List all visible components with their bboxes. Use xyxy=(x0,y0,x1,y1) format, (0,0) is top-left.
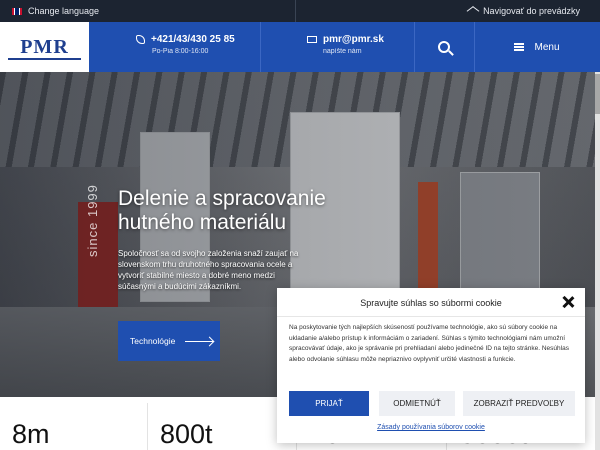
cookie-title: Spravujte súhlas so súbormi cookie xyxy=(360,298,502,308)
top-bar: Change language Navigovať do prevádzky xyxy=(0,0,600,22)
stat-value: 8m xyxy=(12,419,50,449)
email-address: pmr@pmr.sk xyxy=(323,34,384,45)
cookie-text: Na poskytovanie tých najlepších skúsenos… xyxy=(289,324,569,363)
stat-value: 800t xyxy=(160,419,213,449)
phone-contact[interactable]: +421/43/430 25 85 Po-Pia 8:00-16:00 xyxy=(136,34,235,55)
logo-text: PMR xyxy=(20,35,69,58)
hero-title: Delenie a spracovanie hutného materiálu xyxy=(118,187,326,234)
email-subtitle: napíšte nám xyxy=(323,48,362,55)
technologies-button[interactable]: Technológie xyxy=(118,321,220,361)
cookie-divider xyxy=(277,316,585,317)
mail-icon xyxy=(307,36,317,43)
header-divider xyxy=(260,22,261,72)
hero-description: Spoločnosť sa od svojho založenia snaží … xyxy=(118,249,299,291)
scrollbar-thumb[interactable] xyxy=(595,74,600,114)
email-contact[interactable]: pmr@pmr.sk napíšte nám xyxy=(307,34,384,55)
search-icon xyxy=(438,41,450,53)
stat-divider xyxy=(147,403,148,450)
since-label: since 1999 xyxy=(85,184,100,257)
view-preferences-button[interactable]: ZOBRAZIŤ PREDVOĽBY xyxy=(463,391,575,416)
deny-button[interactable]: ODMIETNÚŤ xyxy=(379,391,455,416)
topbar-divider xyxy=(295,0,296,22)
logo-underline xyxy=(8,58,81,60)
cookie-consent-dialog: Spravujte súhlas so súbormi cookie Na po… xyxy=(277,288,585,443)
change-language[interactable]: Change language xyxy=(12,6,99,16)
change-language-label: Change language xyxy=(28,6,100,16)
uk-flag-icon xyxy=(12,7,22,15)
search-button[interactable] xyxy=(414,22,474,72)
cookie-policy-link[interactable]: Zásady používania súborov cookie xyxy=(277,424,585,431)
menu-button[interactable]: Menu xyxy=(474,22,600,72)
navigation-arrow-icon xyxy=(466,6,480,16)
phone-hours: Po-Pia 8:00-16:00 xyxy=(152,48,209,55)
navigate-label: Navigovať do prevádzky xyxy=(483,6,580,16)
navigate-link[interactable]: Navigovať do prevádzky xyxy=(466,6,580,16)
scrollbar-track[interactable] xyxy=(595,72,600,450)
logo[interactable]: PMR xyxy=(0,22,89,72)
close-icon[interactable] xyxy=(561,295,575,309)
accept-button[interactable]: PRIJAŤ xyxy=(289,391,369,416)
header: PMR +421/43/430 25 85 Po-Pia 8:00-16:00 … xyxy=(0,22,600,72)
technologies-button-label: Technológie xyxy=(130,336,176,346)
phone-number: +421/43/430 25 85 xyxy=(151,34,235,45)
phone-icon xyxy=(136,35,145,44)
hamburger-icon xyxy=(514,43,525,51)
arrow-right-icon xyxy=(185,340,214,342)
menu-label: Menu xyxy=(534,41,560,53)
